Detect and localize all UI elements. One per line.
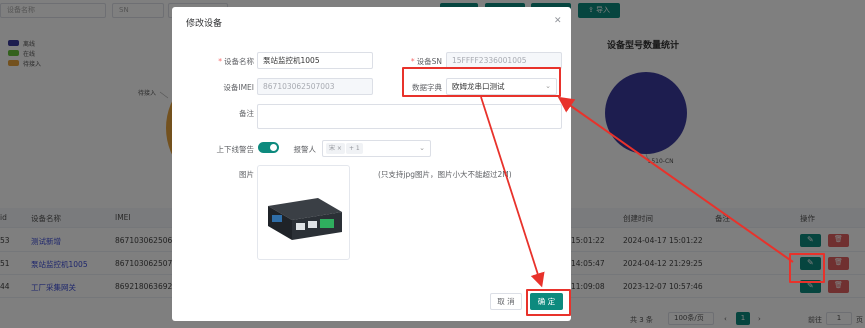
arrow-to-confirm	[480, 96, 545, 288]
annotation-arrows	[480, 96, 794, 288]
arrow-to-data-dict	[557, 96, 794, 263]
